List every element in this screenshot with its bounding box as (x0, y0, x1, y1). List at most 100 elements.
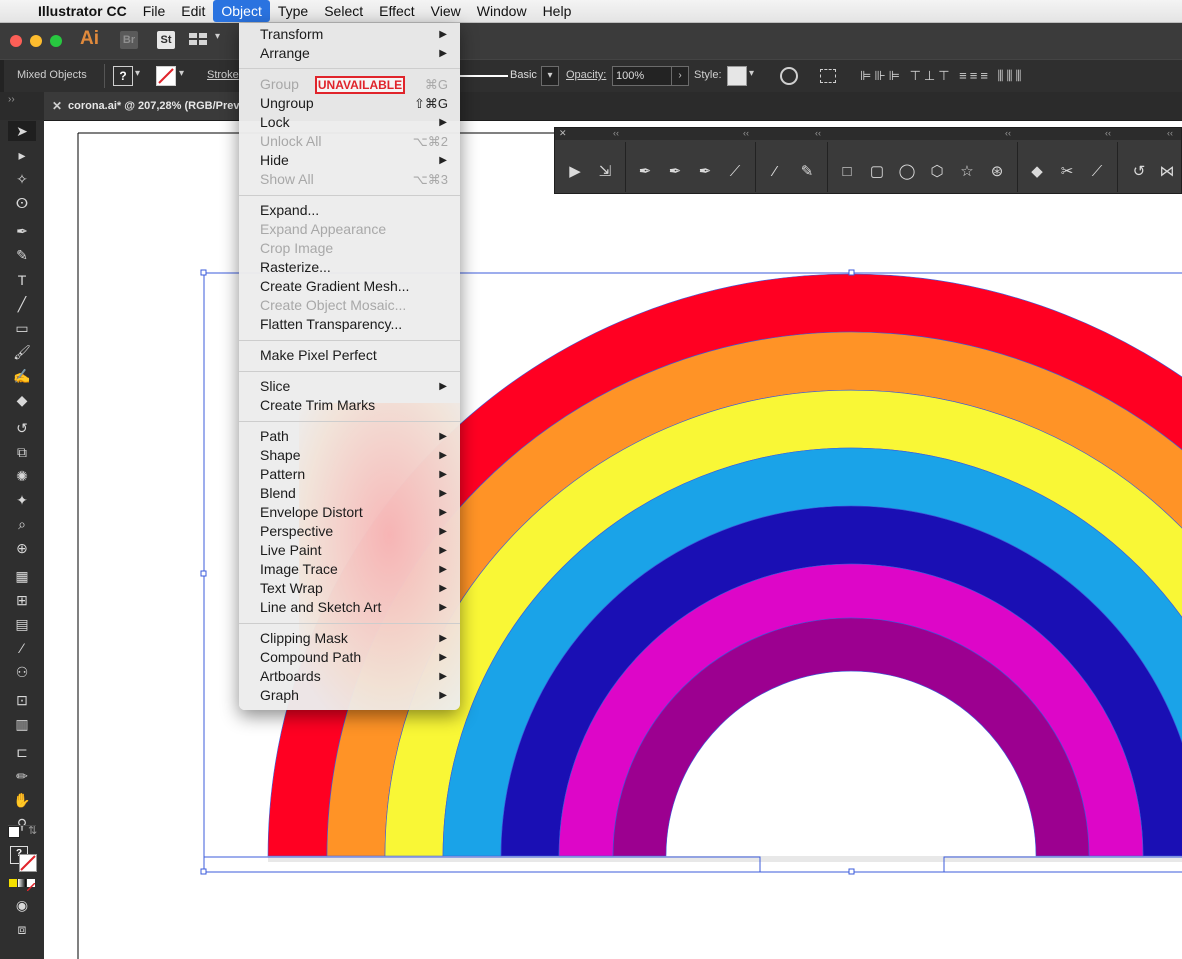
menu-object[interactable]: Object (213, 0, 270, 22)
menu-item-line-and-sketch-art[interactable]: Line and Sketch Art ▶ (239, 598, 460, 617)
minimize-window-button[interactable] (30, 35, 42, 47)
eraser-tool-icon[interactable]: ◆ (8, 390, 36, 410)
selection-tool-icon[interactable]: ➤ (8, 121, 36, 141)
zoom-window-button[interactable] (50, 35, 62, 47)
artboard-tool-icon[interactable]: ⊏ (8, 742, 36, 762)
paintbrush-tool-icon[interactable]: 🖌 (8, 342, 36, 362)
none-mode-icon[interactable] (26, 879, 36, 892)
gradient-mode-icon[interactable] (18, 879, 26, 887)
brush-definition-label[interactable]: Basic (510, 69, 537, 81)
menu-item-slice[interactable]: Slice ▶ (239, 377, 460, 396)
menu-item-image-trace[interactable]: Image Trace ▶ (239, 560, 460, 579)
close-tab-icon[interactable]: ✕ (52, 92, 62, 120)
menu-item-expand[interactable]: Expand... (239, 201, 460, 220)
bridge-button[interactable]: Br (120, 31, 138, 49)
screen-mode-icon[interactable]: ⧈ (8, 919, 36, 939)
free-transform-tool-icon[interactable]: ⌕ (8, 514, 36, 534)
reflect-tool-icon[interactable]: ⋈ (1155, 161, 1179, 183)
menu-help[interactable]: Help (535, 0, 580, 22)
shape-builder-tool-icon[interactable]: ⊕ (8, 538, 36, 558)
menu-item-graph[interactable]: Graph ▶ (239, 686, 460, 705)
delete-anchor-point-icon[interactable]: ✒ (693, 161, 717, 183)
collapse-icon[interactable]: ‹‹ (1105, 128, 1111, 138)
chevron-down-icon[interactable]: ▾ (541, 66, 559, 86)
perspective-grid-tool-icon[interactable]: ▦ (8, 566, 36, 586)
blend-tool-icon[interactable]: ⚇ (8, 662, 36, 682)
menu-select[interactable]: Select (316, 0, 371, 22)
star-tool-icon[interactable]: ☆ (955, 161, 979, 183)
menu-item-perspective[interactable]: Perspective ▶ (239, 522, 460, 541)
collapse-icon[interactable]: ‹‹ (1167, 128, 1173, 138)
color-mode-icon[interactable] (9, 879, 17, 887)
document-tab[interactable]: ✕ corona.ai* @ 207,28% (RGB/Preview) (44, 92, 240, 120)
chevron-down-icon[interactable]: ▾ (749, 68, 754, 79)
menu-item-rasterize[interactable]: Rasterize... (239, 258, 460, 277)
curvature-tool-icon[interactable]: ✎ (8, 245, 36, 265)
close-window-button[interactable] (10, 35, 22, 47)
type-tool-icon[interactable]: T (8, 270, 36, 290)
rectangle-tool-icon[interactable]: □ (835, 161, 859, 183)
menu-window[interactable]: Window (469, 0, 535, 22)
direct-selection-tool-icon[interactable]: ▸ (8, 145, 36, 165)
eyedropper-tool-icon[interactable]: ⁄ (8, 638, 36, 658)
menu-item-shape[interactable]: Shape ▶ (239, 446, 460, 465)
add-anchor-point-icon[interactable]: ✒ (663, 161, 687, 183)
menu-view[interactable]: View (423, 0, 469, 22)
drawing-modes-icon[interactable]: ◉ (8, 895, 36, 915)
magic-wand-tool-icon[interactable]: ✧ (8, 169, 36, 189)
menu-item-make-pixel-perfect[interactable]: Make Pixel Perfect (239, 346, 460, 365)
arrange-documents-icon[interactable] (188, 32, 208, 46)
chevron-down-icon[interactable]: ▾ (135, 68, 140, 79)
menu-item-flatten-transparency[interactable]: Flatten Transparency... (239, 315, 460, 334)
lasso-tool-icon[interactable]: ⵙ (8, 193, 36, 213)
swap-fill-stroke-icon[interactable]: ⇅ (28, 824, 37, 837)
stroke-label[interactable]: Stroke (207, 69, 239, 81)
menu-edit[interactable]: Edit (173, 0, 213, 22)
menu-item-artboards[interactable]: Artboards ▶ (239, 667, 460, 686)
canvas[interactable] (44, 121, 1182, 959)
menu-item-compound-path[interactable]: Compound Path ▶ (239, 648, 460, 667)
polygon-tool-icon[interactable]: ⬡ (925, 161, 949, 183)
rounded-rectangle-tool-icon[interactable]: ▢ (865, 161, 889, 183)
slice-tool-icon[interactable]: ✏ (8, 766, 36, 786)
collapse-icon[interactable]: ‹‹ (815, 128, 821, 138)
gradient-tool-icon[interactable]: ▤ (8, 614, 36, 634)
menu-item-envelope-distort[interactable]: Envelope Distort ▶ (239, 503, 460, 522)
knife-tool-icon[interactable]: ⟋ (1085, 161, 1109, 183)
menu-app-name[interactable]: Illustrator CC (30, 0, 135, 22)
symbol-sprayer-tool-icon[interactable]: ⊡ (8, 690, 36, 710)
opacity-field[interactable]: 100% (612, 66, 673, 86)
pen-tool-icon[interactable]: ✒ (8, 221, 36, 241)
collapse-icon[interactable]: ‹‹ (1005, 128, 1011, 138)
shaper-tool-icon[interactable]: ✍ (8, 366, 36, 386)
panel-collapse-icon[interactable]: ›› (8, 94, 15, 105)
menu-item-transform[interactable]: Transform ▶ (239, 25, 460, 44)
group-selection-tool-icon[interactable]: ⇲ (593, 161, 617, 183)
close-panel-icon[interactable]: ✕ (559, 128, 567, 139)
mesh-tool-icon[interactable]: ⊞ (8, 590, 36, 610)
menu-item-live-paint[interactable]: Live Paint ▶ (239, 541, 460, 560)
menu-file[interactable]: File (135, 0, 174, 22)
menu-item-blend[interactable]: Blend ▶ (239, 484, 460, 503)
puppet-warp-tool-icon[interactable]: ✦ (8, 490, 36, 510)
align-to-selection-icon[interactable] (820, 69, 836, 83)
stroke-swatch[interactable] (156, 66, 176, 86)
default-fill-stroke-icon[interactable] (8, 826, 20, 838)
menu-item-arrange[interactable]: Arrange ▶ (239, 44, 460, 63)
fill-swatch[interactable]: ? (113, 66, 133, 86)
chevron-down-icon[interactable]: ▾ (215, 31, 220, 42)
menu-item-pattern[interactable]: Pattern ▶ (239, 465, 460, 484)
rotate-tool-icon[interactable]: ↺ (8, 418, 36, 438)
pen-tool-icon[interactable]: ✒ (633, 161, 657, 183)
collapse-icon[interactable]: ‹‹ (613, 128, 619, 138)
scissors-tool-icon[interactable]: ✂ (1055, 161, 1079, 183)
rotate-tool-icon[interactable]: ↺ (1127, 161, 1151, 183)
flare-tool-icon[interactable]: ⊛ (985, 161, 1009, 183)
warp-tool-icon[interactable]: ✺ (8, 466, 36, 486)
menu-type[interactable]: Type (270, 0, 316, 22)
chevron-right-icon[interactable]: › (671, 66, 689, 86)
anchor-point-tool-icon[interactable]: ⟋ (723, 161, 747, 183)
column-graph-tool-icon[interactable]: ▥ (8, 714, 36, 734)
ellipse-tool-icon[interactable]: ◯ (895, 161, 919, 183)
graphic-style-swatch[interactable] (727, 66, 747, 86)
